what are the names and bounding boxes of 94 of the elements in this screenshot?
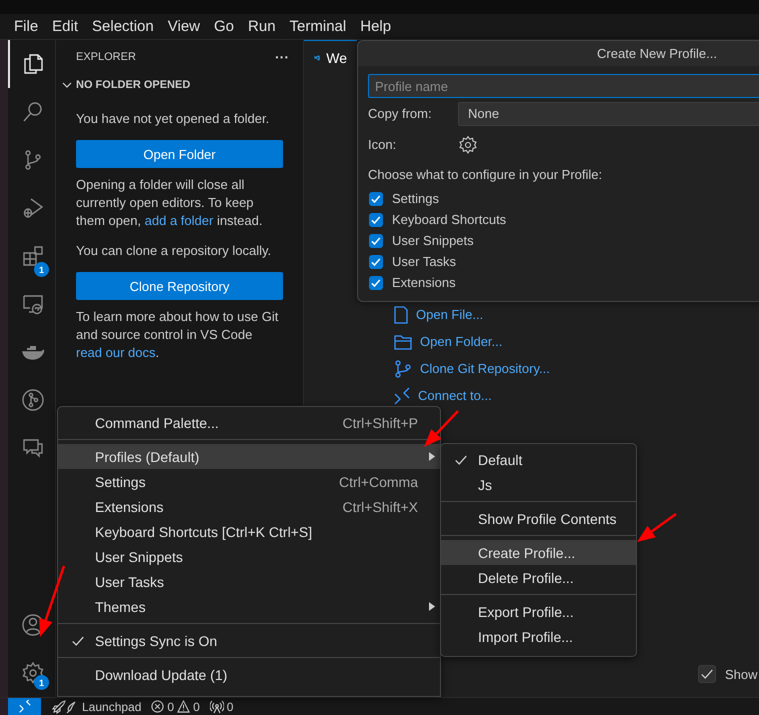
menu-item[interactable]: Export Profile... <box>441 599 636 624</box>
checkbox[interactable] <box>369 234 383 248</box>
start-link[interactable]: Open Folder... <box>420 334 502 349</box>
folder-icon <box>394 332 412 350</box>
menu-item[interactable]: Extensions Ctrl+Shift+X <box>58 494 440 519</box>
section-header[interactable]: NO FOLDER OPENED <box>56 74 303 96</box>
menu-item[interactable]: Default <box>441 447 636 472</box>
start-link[interactable]: Clone Git Repository... <box>420 361 550 376</box>
checkbox[interactable] <box>369 254 383 268</box>
settings-icon[interactable] <box>20 661 44 685</box>
gear-icon[interactable] <box>458 134 478 154</box>
menu-item[interactable]: Settings Sync is On <box>58 628 440 653</box>
menu-item[interactable]: User Snippets <box>58 544 440 569</box>
section-heading: Choose what to configure in your Profile: <box>367 166 604 184</box>
more-actions-icon[interactable]: ··· <box>275 49 289 65</box>
menu-item[interactable]: Settings Ctrl+Comma <box>58 469 440 494</box>
port-count: 0 <box>226 700 234 714</box>
submenu-caret-icon <box>429 602 436 611</box>
activity-bar-item[interactable]: 1 <box>8 232 55 280</box>
checkbox[interactable] <box>698 665 716 683</box>
checkbox-label: Keyboard Shortcuts <box>392 212 506 227</box>
submenu-caret-icon <box>429 452 436 461</box>
input-field[interactable]: Profile name <box>368 74 759 98</box>
menu-bar-item[interactable]: Terminal <box>282 18 354 35</box>
field-label: Copy from: <box>368 106 433 121</box>
menu-bar-item[interactable]: Selection <box>85 18 161 35</box>
warning-icon <box>177 700 190 713</box>
warning-count: 0 <box>193 700 200 714</box>
menu-item[interactable]: Delete Profile... <box>441 565 636 590</box>
menu-bar-item[interactable]: View <box>160 18 207 35</box>
field-label: Icon: <box>368 137 398 152</box>
shortcut-text: Ctrl+Comma <box>339 474 418 490</box>
start-link[interactable]: Open File... <box>416 307 484 322</box>
shortcut-text: Ctrl+Shift+X <box>342 498 418 514</box>
menu-item[interactable]: Command Palette... Ctrl+Shift+P <box>58 410 440 435</box>
dialog-title: Create New Profile... <box>358 41 759 66</box>
menu-item[interactable]: Import Profile... <box>441 624 636 649</box>
checkbox-label: User Tasks <box>392 254 456 269</box>
menu-item[interactable]: User Tasks <box>58 569 440 594</box>
checkbox-label: Show <box>725 666 758 682</box>
shortcut-text: Ctrl+Shift+P <box>342 414 418 430</box>
paragraph: Opening a folder will close all currently open editors. To keep them open, add a folder instead. <box>76 176 264 230</box>
menu-item[interactable]: Js <box>441 472 636 497</box>
status-item[interactable]: Launchpad <box>51 698 142 714</box>
notification-count: 1 <box>34 675 49 690</box>
checkbox-label: Extensions <box>392 275 456 290</box>
menu-bar-item[interactable]: Run <box>241 18 283 35</box>
link[interactable]: read our docs <box>76 345 156 360</box>
link[interactable]: add a folder <box>144 213 214 228</box>
chevron-icon <box>62 80 72 90</box>
remote-button[interactable] <box>8 698 41 715</box>
menu-item[interactable]: Show Profile Contents <box>441 506 636 531</box>
menu-item[interactable]: Keyboard Shortcuts [Ctrl+K Ctrl+S] <box>58 519 440 544</box>
arrow <box>637 512 677 542</box>
menu-item[interactable]: Themes <box>58 594 440 619</box>
menu-item[interactable]: Create Profile... <box>441 540 636 565</box>
paragraph: You have not yet opened a folder. <box>76 110 270 128</box>
menu-item[interactable]: Profiles (Default) <box>58 444 440 469</box>
checkbox-label: Settings <box>392 191 439 206</box>
graph-icon[interactable] <box>20 388 44 412</box>
checkbox[interactable] <box>369 212 383 226</box>
remote-icon <box>394 386 410 404</box>
menu-bar-item[interactable]: Go <box>207 18 242 35</box>
branch-icon <box>394 360 412 378</box>
check-icon <box>454 452 468 466</box>
panel-title: EXPLORER <box>76 51 136 63</box>
paragraph: You can clone a repository locally. <box>76 242 272 260</box>
remote-icon <box>18 700 32 714</box>
file-icon <box>394 306 408 324</box>
section-title: NO FOLDER OPENED <box>76 79 190 91</box>
checkbox-label: User Snippets <box>392 233 474 248</box>
menu-bar-item[interactable]: File <box>7 18 46 35</box>
arrow <box>39 566 66 637</box>
menu-bar-item[interactable]: Edit <box>45 18 86 35</box>
error-icon <box>151 700 164 713</box>
paragraph: To learn more about how to use Git and source control in VS Code read our docs. <box>76 308 280 362</box>
primary-button[interactable]: Open Folder <box>76 140 283 168</box>
notification-count: 1 <box>34 262 49 277</box>
blocks-icon[interactable] <box>20 244 44 268</box>
dropdown[interactable]: None <box>458 102 759 126</box>
antenna-icon <box>210 700 224 714</box>
start-link[interactable]: Connect to... <box>418 388 492 403</box>
menu-item[interactable]: Download Update (1) <box>58 662 440 687</box>
error-count: 0 <box>167 700 174 714</box>
checkbox[interactable] <box>369 276 383 290</box>
editor-tab[interactable]: We <box>304 40 357 75</box>
search-icon[interactable] <box>20 100 44 124</box>
checkbox[interactable] <box>369 192 383 206</box>
primary-button[interactable]: Clone Repository <box>76 272 283 300</box>
status-item[interactable]: 0 <box>210 700 234 714</box>
arrow <box>424 410 459 447</box>
check-icon <box>70 634 84 648</box>
menu-bar-item[interactable]: Help <box>353 18 398 35</box>
status-item[interactable]: 0 0 <box>151 700 200 714</box>
